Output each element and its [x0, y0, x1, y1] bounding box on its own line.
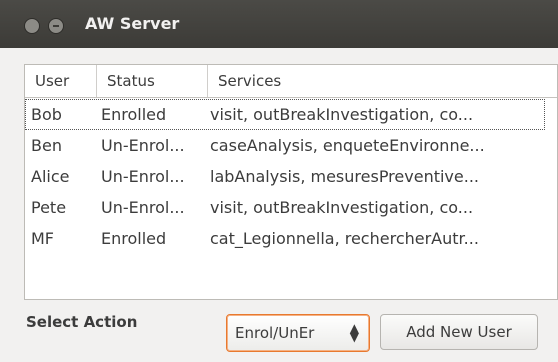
- cell-services: cat_Legionnella, rechercherAutr...: [210, 229, 479, 248]
- cell-services: visit, outBreakInvestigation, co...: [210, 105, 474, 124]
- table-row[interactable]: Alice Un-Enrol... labAnalysis, mesuresPr…: [25, 161, 557, 192]
- cell-user: MF: [31, 229, 55, 248]
- column-header-user[interactable]: User: [25, 65, 97, 97]
- column-header-status[interactable]: Status: [97, 65, 208, 97]
- cell-services: caseAnalysis, enqueteEnvironne...: [210, 136, 485, 155]
- table-row[interactable]: Ben Un-Enrol... caseAnalysis, enqueteEnv…: [25, 130, 557, 161]
- add-new-user-button[interactable]: Add New User: [380, 314, 538, 350]
- table-row[interactable]: Bob Enrolled visit, outBreakInvestigatio…: [25, 99, 545, 130]
- table-header: User Status Services: [25, 65, 557, 98]
- cell-status: Un-Enrol...: [101, 167, 185, 186]
- cell-services: visit, outBreakInvestigation, co...: [210, 198, 474, 217]
- action-combobox[interactable]: Enrol/UnEr ▲ ▼: [226, 314, 370, 352]
- column-header-services[interactable]: Services: [208, 65, 557, 97]
- combo-selected-value: Enrol/UnEr: [235, 324, 315, 342]
- cell-status: Enrolled: [101, 229, 167, 248]
- cell-status: Un-Enrol...: [101, 136, 185, 155]
- cell-user: Ben: [31, 136, 62, 155]
- title-bar[interactable]: AW Server: [0, 0, 558, 48]
- close-icon[interactable]: [24, 18, 40, 34]
- app-window: AW Server User Status Services Bob Enrol…: [0, 0, 558, 362]
- cell-status: Enrolled: [101, 105, 167, 124]
- cell-services: labAnalysis, mesuresPreventive...: [210, 167, 479, 186]
- table-row[interactable]: MF Enrolled cat_Legionnella, rechercherA…: [25, 223, 557, 254]
- cell-user: Alice: [31, 167, 70, 186]
- users-table[interactable]: User Status Services Bob Enrolled visit,…: [24, 64, 558, 300]
- cell-status: Un-Enrol...: [101, 198, 185, 217]
- updown-arrows-icon: ▲ ▼: [349, 321, 359, 344]
- select-action-label: Select Action: [26, 313, 138, 331]
- window-title: AW Server: [85, 14, 180, 33]
- minimize-icon[interactable]: [48, 18, 64, 34]
- cell-user: Bob: [31, 105, 62, 124]
- cell-user: Pete: [31, 198, 67, 217]
- table-row[interactable]: Pete Un-Enrol... visit, outBreakInvestig…: [25, 192, 557, 223]
